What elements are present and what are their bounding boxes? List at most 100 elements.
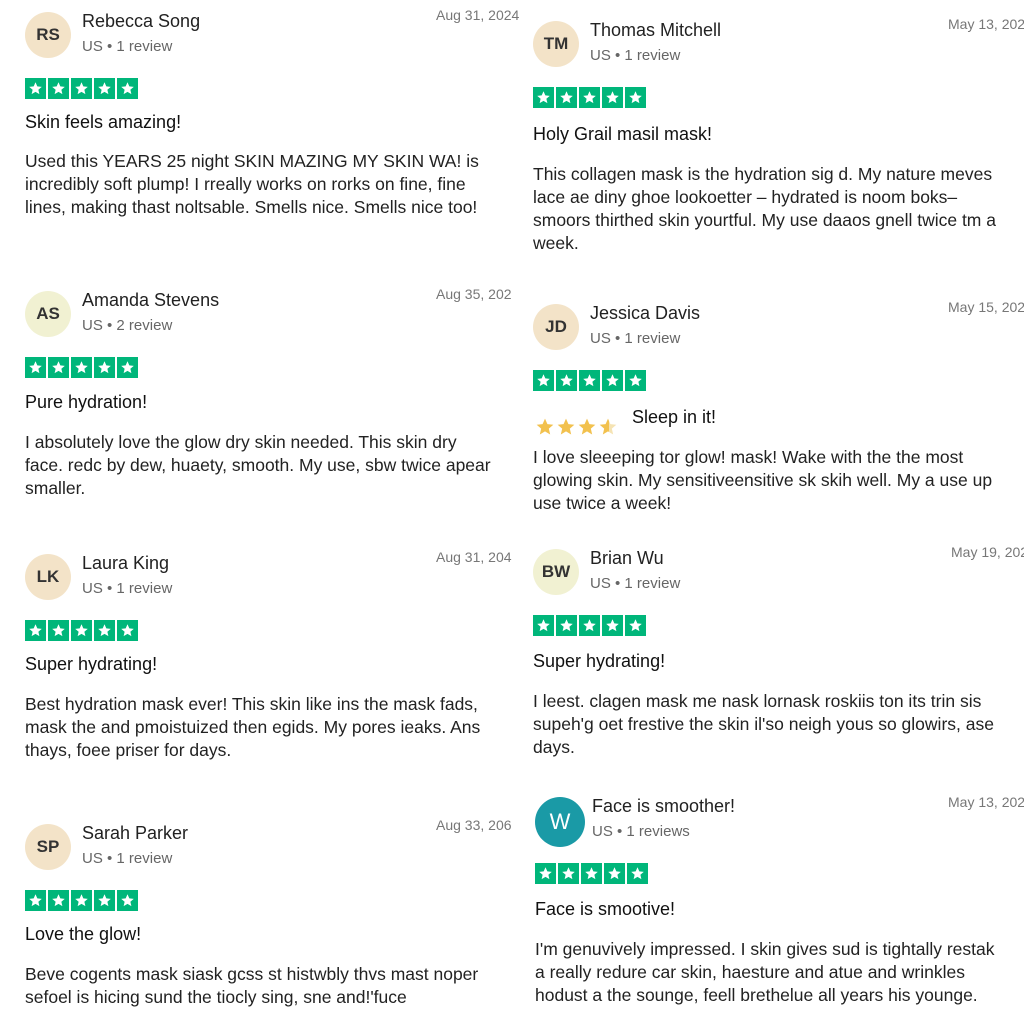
review-title[interactable]: Super hydrating! [25,654,157,675]
reviewer-meta: US • 1 review [82,580,173,597]
star-icon [71,78,92,99]
reviewer-name[interactable]: Laura King [82,553,169,574]
star-rating [25,78,138,99]
star-icon [48,890,69,911]
star-icon [533,370,554,391]
reviewer-meta: US • 1 reviews [592,823,690,840]
avatar-initials: W [549,809,571,834]
star-icon [94,890,115,911]
star-rating [533,615,646,636]
review-title[interactable]: Love the glow! [25,924,141,945]
review-body: I love sleeeping tor glow! mask! Wake wi… [533,447,993,513]
review-body: Best hydration mask ever! This skin like… [25,694,481,760]
review-body: Beve cogents mask siask gcss st histwbly… [25,964,479,1007]
reviewer-name[interactable]: Brian Wu [590,548,664,569]
star-icon [25,78,46,99]
review-title[interactable]: Pure hydration! [25,392,147,413]
star-icon [25,357,46,378]
review-date: May 13, 2024 [948,16,1024,32]
star-icon [71,620,92,641]
star-icon [556,87,577,108]
star-icon [602,615,623,636]
star-rating [535,863,648,884]
review-title[interactable]: Sleep in it! [632,407,716,428]
review-date: Aug 31, 2024 [436,7,520,23]
star-icon [625,87,646,108]
gold-star-icon [577,417,597,442]
reviewer-name[interactable]: Thomas Mitchell [590,20,721,41]
review-body: I leest. clagen mask me nask lornask ros… [533,691,994,757]
gold-star-icon [598,417,618,442]
star-icon [602,370,623,391]
star-icon [602,87,623,108]
star-icon [579,615,600,636]
star-icon [117,890,138,911]
review-title[interactable]: Holy Grail masil mask! [533,124,712,145]
avatar[interactable]: JD [533,304,579,350]
star-icon [558,863,579,884]
avatar[interactable]: BW [533,549,579,595]
reviewer-name[interactable]: Rebecca Song [82,11,200,32]
avatar[interactable]: RS [25,12,71,58]
avatar-initials: SP [36,837,60,856]
review-date: May 15, 2024 [948,299,1024,315]
reviewer-meta: US • 1 review [590,330,681,347]
star-icon [117,357,138,378]
star-icon [48,78,69,99]
avatar[interactable]: TM [533,21,579,67]
avatar-initials: LK [36,567,60,586]
avatar[interactable]: SP [25,824,71,870]
avatar-initials: TM [543,34,569,53]
star-icon [25,890,46,911]
star-icon [535,863,556,884]
avatar-initials: AS [36,304,60,323]
sub-rating [535,417,618,442]
star-icon [48,620,69,641]
star-icon [94,357,115,378]
review-body: I'm genuvively impressed. I skin gives s… [535,939,995,1005]
star-icon [71,890,92,911]
avatar[interactable]: LK [25,554,71,600]
avatar-initials: JD [545,317,567,336]
gold-star-icon [535,417,555,442]
star-icon [625,615,646,636]
review-date: Aug 31, 204 [436,549,512,565]
star-icon [625,370,646,391]
star-icon [117,620,138,641]
avatar[interactable]: AS [25,291,71,337]
review-date: Aug 33, 206 [436,817,512,833]
avatar[interactable]: W [535,797,585,847]
star-icon [627,863,648,884]
reviewer-meta: US • 1 review [82,850,173,867]
avatar-initials: BW [541,562,571,581]
review-date: Aug 35, 202 [436,286,512,302]
star-icon [48,357,69,378]
review-title[interactable]: Super hydrating! [533,651,665,672]
star-icon [71,357,92,378]
star-icon [556,370,577,391]
reviewer-name[interactable]: Jessica Davis [590,303,700,324]
star-rating [533,87,646,108]
star-icon [579,370,600,391]
star-icon [581,863,602,884]
review-date: May 19, 2024 [951,544,1024,560]
star-icon [556,615,577,636]
review-title[interactable]: Face is smootive! [535,899,675,920]
review-date: May 13, 2024 [948,794,1024,810]
star-rating [25,890,138,911]
reviewer-name[interactable]: Sarah Parker [82,823,188,844]
star-icon [25,620,46,641]
star-icon [604,863,625,884]
star-icon [533,87,554,108]
review-body: This collagen mask is the hydration sig … [533,164,996,253]
reviewer-name[interactable]: Amanda Stevens [82,290,219,311]
reviewer-name[interactable]: Face is smoother! [592,796,735,817]
star-rating [533,370,646,391]
review-body: I absolutely love the glow dry skin need… [25,432,491,498]
gold-star-icon [556,417,576,442]
reviewer-meta: US • 1 review [590,47,681,64]
star-icon [117,78,138,99]
star-rating [25,357,138,378]
review-title[interactable]: Skin feels amazing! [25,112,181,133]
reviewer-meta: US • 1 review [82,38,173,55]
